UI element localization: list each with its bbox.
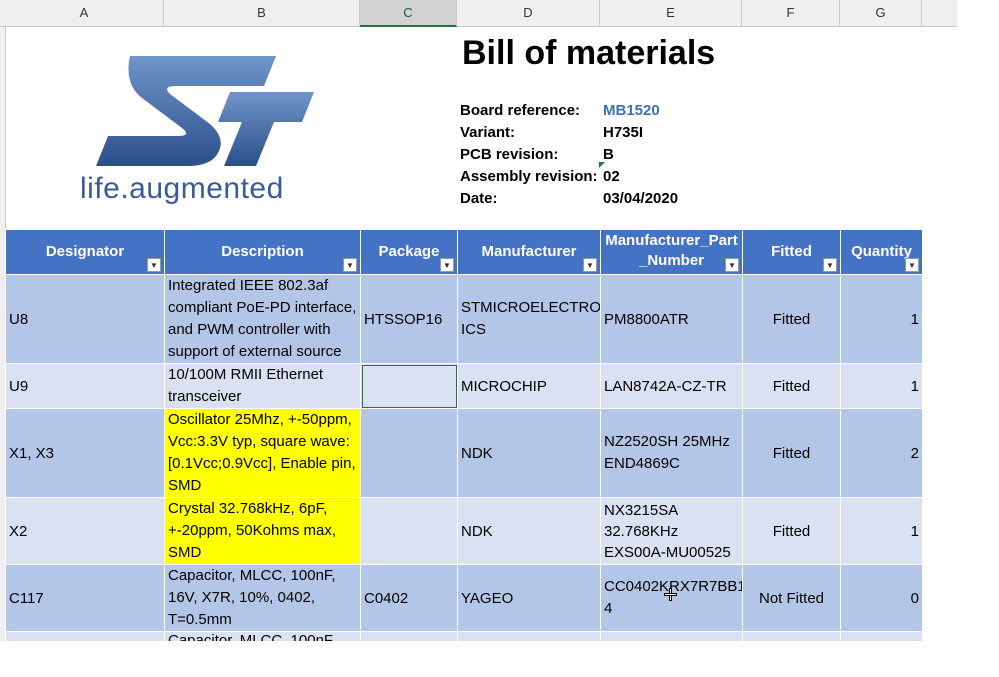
table-row: C117 Capacitor, MLCC, 100nF, 16V, X7R, 1… [5,564,923,632]
cell-part-number[interactable]: PM8800ATR [600,274,743,364]
variant-value[interactable]: H735I [603,124,643,141]
column-header-b[interactable]: B [164,0,360,26]
header-description: Description ▼ [164,229,361,275]
filter-dropdown-icon[interactable]: ▼ [440,258,454,272]
cell-part-number[interactable]: NZ2520SH 25MHz END4869C [600,408,743,498]
cell-manufacturer[interactable]: NDK [457,497,601,565]
cell-manufacturer[interactable]: YAGEO [457,564,601,632]
column-header-bar: A B C D E F G [0,0,957,27]
filter-dropdown-icon[interactable]: ▼ [343,258,357,272]
header-quantity: Quantity ▼ [840,229,923,275]
header-manufacturer-part-number: Manufacturer_Part _Number ▼ [600,229,743,275]
column-header-a[interactable]: A [5,0,164,26]
cell-quantity[interactable]: 1 [840,363,923,409]
filter-dropdown-icon[interactable]: ▼ [905,258,919,272]
cell-fitted[interactable]: Fitted [742,408,841,498]
cell-manufacturer[interactable]: NDK [457,408,601,498]
cell-part-number[interactable]: LAN8742A-CZ-TR [600,363,743,409]
cell-package-selected[interactable] [360,363,458,409]
variant-label: Variant: [460,124,516,141]
sheet-blank-area [0,641,999,677]
board-reference-label: Board reference: [460,102,581,119]
cell-cursor-icon [664,588,677,601]
board-reference-value[interactable]: MB1520 [603,102,660,119]
header-fitted: Fitted ▼ [742,229,841,275]
column-header-e[interactable]: E [600,0,742,26]
cell-quantity[interactable]: 1 [840,497,923,565]
filter-dropdown-icon[interactable]: ▼ [725,258,739,272]
cell-manufacturer[interactable]: STMICROELECTRON ICS [457,274,601,364]
date-label: Date: [460,190,498,207]
filter-dropdown-icon[interactable]: ▼ [823,258,837,272]
cell-description[interactable]: Integrated IEEE 802.3af compliant PoE-PD… [164,274,361,364]
table-row: U8 Integrated IEEE 802.3af compliant PoE… [5,274,923,364]
cell-quantity[interactable]: 2 [840,408,923,498]
table-row: X1, X3 Oscillator 25Mhz, +-50ppm, Vcc:3.… [5,408,923,498]
cell-quantity[interactable]: 1 [840,274,923,364]
cell-designator[interactable]: C117 [5,564,165,632]
header-package: Package ▼ [360,229,458,275]
column-header-f[interactable]: F [742,0,840,26]
pcb-revision-value[interactable]: B [603,146,614,163]
table-header-row: Designator ▼ Description ▼ Package ▼ Manufa… [5,229,923,275]
logo-tagline: life.augmented [80,172,284,205]
cell-fitted[interactable]: Not Fitted [742,564,841,632]
filter-dropdown-icon[interactable]: ▼ [583,258,597,272]
cell-description[interactable]: Oscillator 25Mhz, +-50ppm, Vcc:3.3V typ,… [164,408,361,498]
filter-dropdown-icon[interactable]: ▼ [147,258,161,272]
cell-description[interactable]: 10/100M RMII Ethernet transceiver [164,363,361,409]
cell-fitted[interactable]: Fitted [742,363,841,409]
table-row: X2 Crystal 32.768kHz, 6pF, +-20ppm, 50Ko… [5,497,923,565]
cell-description[interactable]: Crystal 32.768kHz, 6pF, +-20ppm, 50Kohms… [164,497,361,565]
cell-package[interactable] [360,497,458,565]
header-designator: Designator ▼ [5,229,165,275]
cell-designator[interactable]: X2 [5,497,165,565]
pcb-revision-label: PCB revision: [460,146,559,163]
assembly-revision-value[interactable]: 02 [603,168,620,185]
cell-package[interactable]: C0402 [360,564,458,632]
cell-quantity[interactable]: 0 [840,564,923,632]
page-title: Bill of materials [462,34,716,72]
cell-designator[interactable]: X1, X3 [5,408,165,498]
bom-table: Designator ▼ Description ▼ Package ▼ Manufa… [5,229,923,676]
cell-manufacturer[interactable]: MICROCHIP [457,363,601,409]
cell-designator[interactable]: U8 [5,274,165,364]
column-header-c[interactable]: C [360,0,457,27]
cell-package[interactable]: HTSSOP16 [360,274,458,364]
cell-fitted[interactable]: Fitted [742,497,841,565]
cell-package[interactable] [360,408,458,498]
column-header-d[interactable]: D [457,0,600,26]
header-manufacturer: Manufacturer ▼ [457,229,601,275]
cell-description[interactable]: Capacitor, MLCC, 100nF, 16V, X7R, 10%, 0… [164,564,361,632]
cell-designator[interactable]: U9 [5,363,165,409]
assembly-revision-label: Assembly revision: [460,168,598,185]
cell-fitted[interactable]: Fitted [742,274,841,364]
date-value[interactable]: 03/04/2020 [603,190,678,207]
column-header-g[interactable]: G [840,0,922,26]
table-row: U9 10/100M RMII Ethernet transceiver MIC… [5,363,923,409]
cell-part-number[interactable]: NX3215SA 32.768KHz EXS00A-MU00525 [600,497,743,565]
